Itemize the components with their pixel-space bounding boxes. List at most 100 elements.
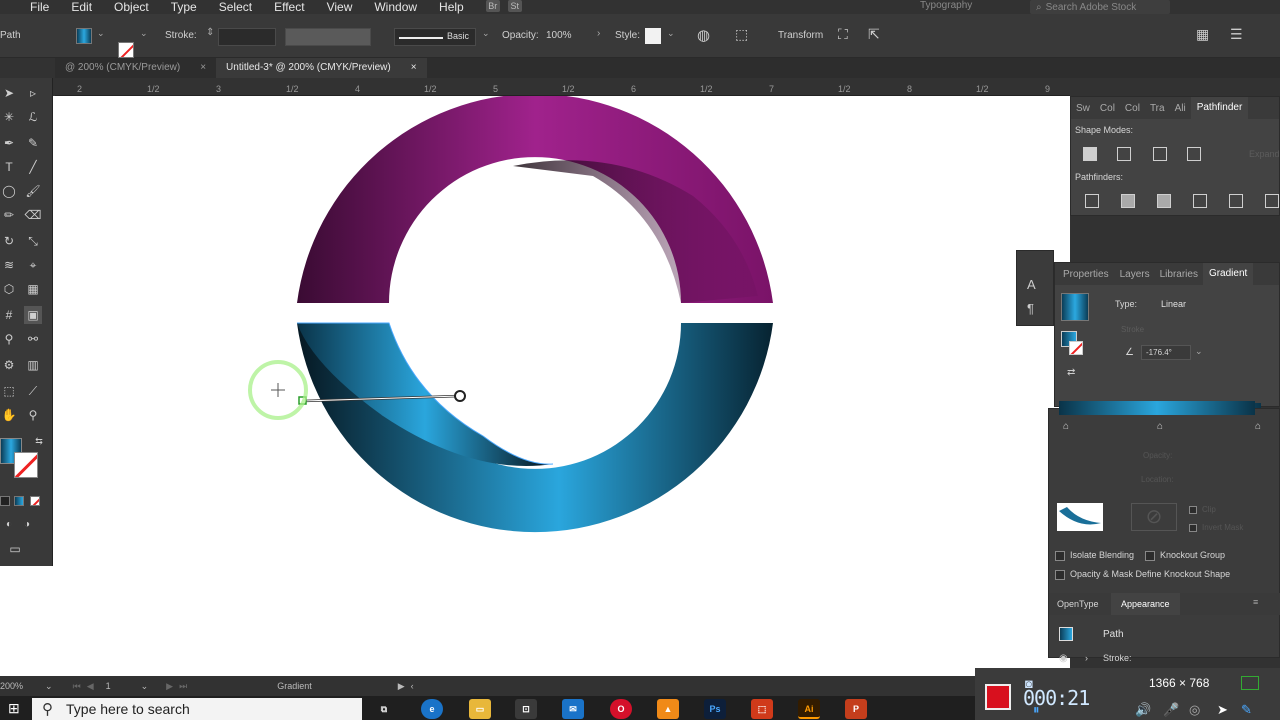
taskbar-search-input[interactable]: ⚲ Type here to search — [32, 698, 362, 720]
tab-gradient[interactable]: Gradient — [1202, 263, 1254, 285]
store-icon[interactable]: ⊡ — [515, 699, 537, 719]
region-icon[interactable] — [1241, 676, 1259, 690]
artboard-tool-icon[interactable]: ⬚ — [0, 382, 18, 400]
tab-libraries[interactable]: Libraries — [1155, 269, 1203, 280]
intersect-icon[interactable] — [1153, 147, 1167, 161]
color-stop-right[interactable]: ⌂ — [1255, 421, 1261, 432]
vlc-icon[interactable]: ▲ — [657, 699, 679, 719]
draw-behind-icon[interactable]: ◑ — [18, 516, 36, 534]
gradient-mode-icon[interactable] — [14, 496, 24, 506]
stroke-color-swatch[interactable] — [14, 452, 38, 478]
zoom-level[interactable]: 200% — [0, 681, 23, 691]
arrange-icon[interactable]: ⇱ — [868, 26, 880, 43]
close-icon[interactable]: × — [200, 58, 206, 78]
free-transform-icon[interactable]: ⌖ — [24, 256, 42, 274]
tab-document-1[interactable]: @ 200% (CMYK/Preview) × — [55, 58, 216, 78]
paragraph-panel-icon[interactable]: ¶ — [1027, 301, 1034, 316]
menu-file[interactable]: File — [30, 0, 49, 14]
chevron-down-icon[interactable]: ⌄ — [1195, 346, 1203, 357]
menu-object[interactable]: Object — [114, 0, 149, 14]
trim-icon[interactable] — [1121, 194, 1135, 208]
color-stop-left[interactable]: ⌂ — [1063, 421, 1069, 432]
paintbrush-icon[interactable]: 🖌 — [24, 182, 42, 200]
panel-menu-icon[interactable]: ☰ — [1230, 26, 1243, 43]
close-icon[interactable]: × — [411, 58, 417, 78]
chevron-down-icon[interactable]: ⌄ — [45, 681, 53, 692]
transform-button[interactable]: Transform — [778, 30, 823, 41]
swap-colors-icon[interactable]: ⇆ — [30, 432, 48, 450]
powerpoint-icon[interactable]: P — [845, 699, 867, 719]
knockout-group-checkbox[interactable]: Knockout Group — [1145, 550, 1225, 561]
workspace-switcher[interactable]: Typography — [920, 0, 972, 11]
menu-effect[interactable]: Effect — [274, 0, 304, 14]
reverse-gradient-icon[interactable]: ⇄ — [1067, 367, 1075, 378]
opacity-field[interactable]: 100% — [546, 30, 572, 41]
eye-icon[interactable]: ◉ — [1059, 653, 1068, 664]
draw-mode-icon[interactable]: ◐ — [0, 516, 18, 534]
stroke-stepper[interactable]: ⇕ — [206, 27, 214, 38]
pen-tool-icon[interactable]: ✒ — [0, 134, 18, 152]
gradient-tool-icon[interactable]: ▣ — [24, 306, 42, 324]
tab-color-guide[interactable]: Col — [1120, 103, 1145, 114]
pause-icon[interactable]: ⏸ — [1033, 702, 1040, 718]
bridge-button[interactable]: Br — [485, 0, 500, 12]
chevron-down-icon[interactable]: ⌄ — [140, 28, 148, 39]
mesh-tool-icon[interactable]: # — [0, 306, 18, 324]
expand-button[interactable]: Expand — [1249, 149, 1280, 159]
variable-width-profile[interactable] — [285, 28, 371, 46]
blend-tool-icon[interactable]: ⚯ — [24, 330, 42, 348]
tab-pathfinder[interactable]: Pathfinder — [1190, 97, 1249, 119]
previous-artboard-icon[interactable]: ◀ — [87, 681, 94, 692]
stroke-swatch[interactable] — [118, 41, 134, 58]
artboard-canvas[interactable] — [53, 96, 1070, 676]
chevron-down-icon[interactable]: ⌄ — [482, 28, 490, 39]
menu-type[interactable]: Type — [171, 0, 197, 14]
photoshop-icon[interactable]: Ps — [704, 699, 726, 719]
gradient-type-select[interactable]: Linear — [1161, 299, 1186, 309]
warp-tool-icon[interactable]: ≋ — [0, 256, 18, 274]
menu-window[interactable]: Window — [374, 0, 417, 14]
edge-browser-icon[interactable]: e — [421, 699, 443, 719]
chevron-right-icon[interactable]: › — [1085, 653, 1088, 663]
eraser-icon[interactable]: ⌫ — [24, 206, 42, 224]
color-mode-icon[interactable] — [0, 496, 10, 506]
line-tool-icon[interactable]: ╱ — [24, 158, 42, 176]
tab-document-2[interactable]: Untitled-3* @ 200% (CMYK/Preview) × — [216, 58, 427, 78]
audio-icon[interactable]: 🔊 — [1135, 702, 1151, 718]
office-icon[interactable]: ⬚ — [751, 699, 773, 719]
tab-opentype[interactable]: OpenType — [1057, 599, 1099, 609]
slice-tool-icon[interactable]: ⟋ — [24, 382, 42, 400]
tab-properties[interactable]: Properties — [1055, 269, 1115, 280]
first-artboard-icon[interactable]: ⏮ — [73, 681, 81, 692]
exclude-icon[interactable] — [1187, 147, 1201, 161]
gradient-end-handle[interactable] — [454, 390, 466, 402]
align-icon[interactable]: ⬚ — [735, 26, 748, 43]
screen-mode-icon[interactable]: ▭ — [6, 540, 24, 558]
tab-align[interactable]: Ali — [1170, 103, 1191, 114]
none-mode-icon[interactable] — [30, 496, 40, 506]
stroke-weight-field[interactable] — [218, 28, 276, 46]
hand-tool-icon[interactable]: ✋ — [0, 406, 18, 424]
symbol-sprayer-icon[interactable]: ⚙ — [0, 356, 18, 374]
eyedropper-icon[interactable]: ⚲ — [0, 330, 18, 348]
ellipse-tool-icon[interactable]: ◯ — [0, 182, 18, 200]
clip-checkbox[interactable]: Clip — [1189, 505, 1216, 514]
opacity-mask-knockout-checkbox[interactable]: Opacity & Mask Define Knockout Shape — [1055, 569, 1230, 580]
menu-edit[interactable]: Edit — [71, 0, 92, 14]
chevron-down-icon[interactable]: ⌄ — [667, 28, 675, 39]
microphone-icon[interactable]: 🎤 — [1163, 702, 1179, 718]
scale-tool-icon[interactable]: ⤡ — [24, 232, 42, 250]
draw-icon[interactable]: ✎ — [1241, 702, 1252, 718]
direct-selection-tool-icon[interactable]: ▹ — [24, 84, 42, 102]
task-view-icon[interactable]: ⧉ — [373, 699, 395, 719]
menu-view[interactable]: View — [327, 0, 353, 14]
selection-tool-icon[interactable]: ➤ — [0, 84, 18, 102]
type-tool-icon[interactable]: T — [0, 158, 18, 176]
mail-icon[interactable]: ✉ — [562, 699, 584, 719]
stroke-none-swatch[interactable] — [1069, 341, 1083, 355]
chevron-down-icon[interactable]: ⌄ — [141, 681, 149, 692]
gradient-ramp[interactable] — [1059, 401, 1255, 415]
arrange-documents-icon[interactable]: ▦ — [1196, 26, 1209, 43]
menu-select[interactable]: Select — [219, 0, 252, 14]
artboard-number[interactable]: 1 — [106, 681, 111, 691]
